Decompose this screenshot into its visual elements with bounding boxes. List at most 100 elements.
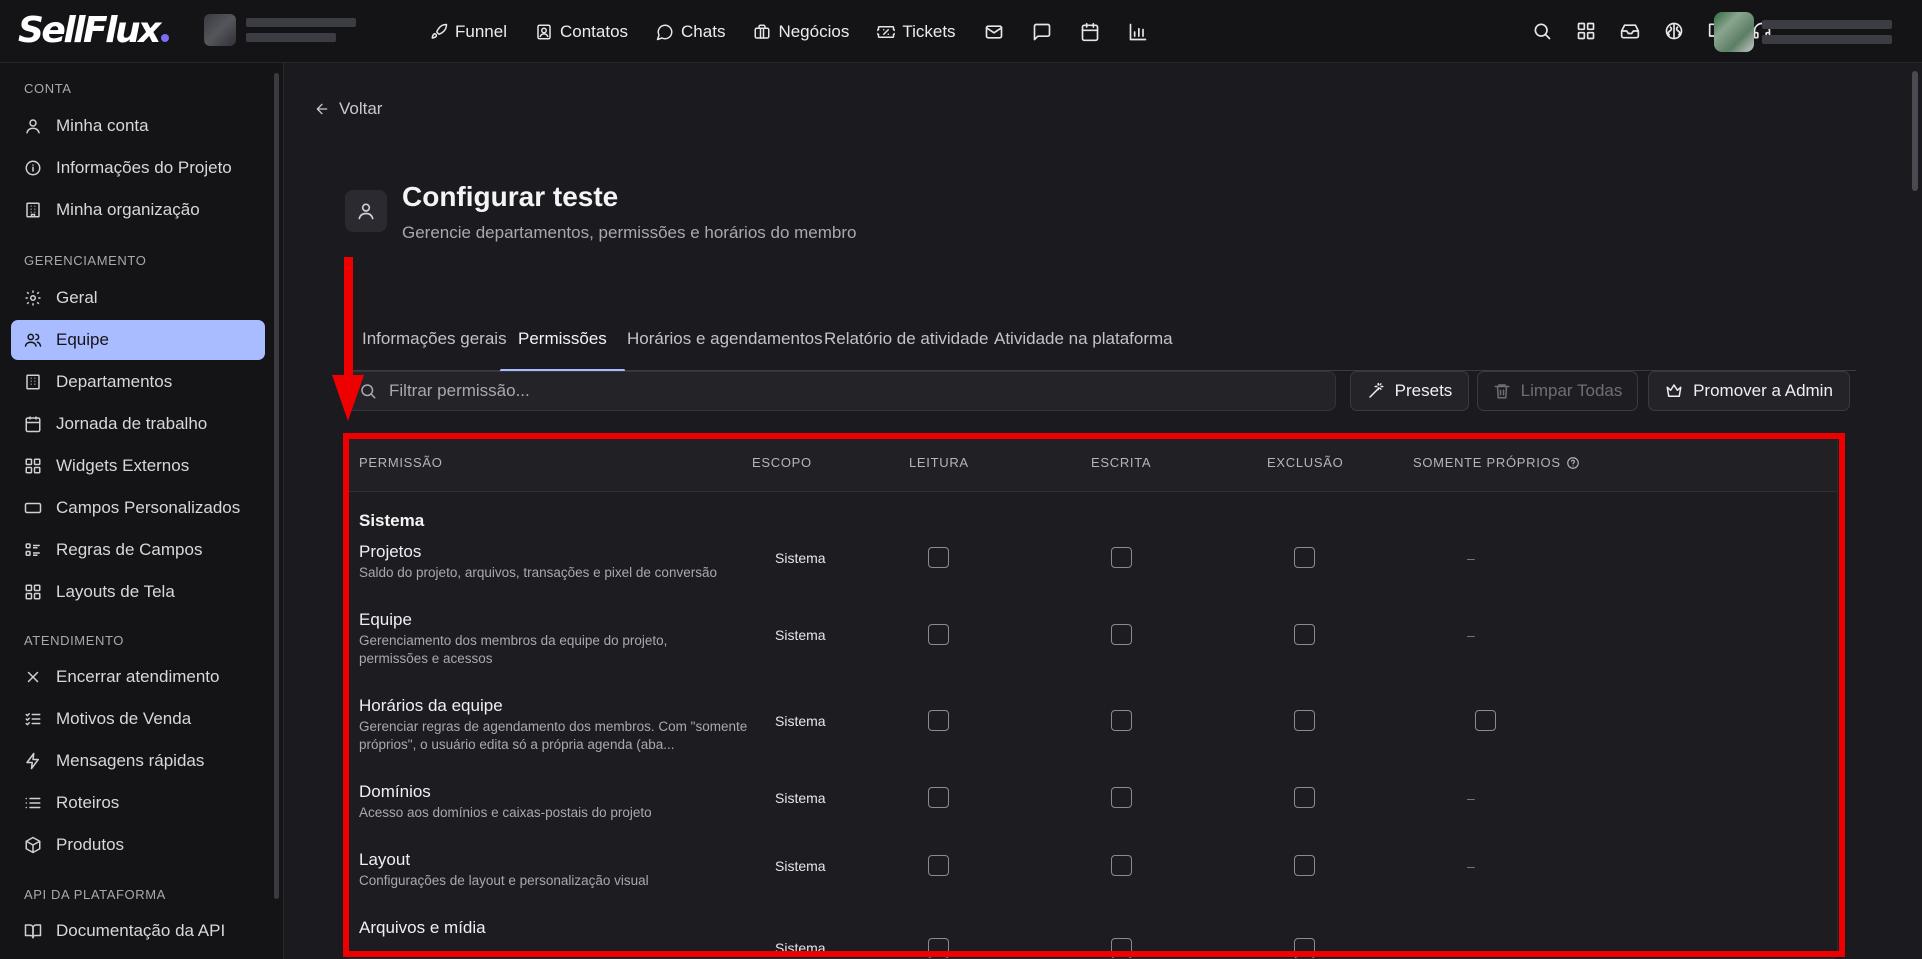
nav-funnel[interactable]: Funnel xyxy=(430,22,507,42)
sidebar-item-label: Equipe xyxy=(56,330,109,349)
mail-icon[interactable] xyxy=(984,22,1004,42)
list-icon xyxy=(25,797,41,809)
presets-button[interactable]: Presets xyxy=(1350,371,1469,411)
sidebar-item-label: Roteiros xyxy=(56,793,120,812)
sidebar-section-api: API DA PLATAFORMA xyxy=(24,887,166,902)
tab-horarios-agendamentos[interactable]: Horários e agendamentos xyxy=(627,326,823,371)
promote-admin-label: Promover a Admin xyxy=(1693,381,1833,400)
sidebar-item-produtos[interactable]: Produtos xyxy=(11,825,265,865)
sidebar-item-minha-organizacao[interactable]: Minha organização xyxy=(11,190,265,230)
sidebar-item-label: Documentação da API xyxy=(56,921,226,940)
widgets-icon xyxy=(25,458,41,474)
presets-label: Presets xyxy=(1394,381,1453,400)
page-title: Configurar teste xyxy=(402,181,619,212)
brain-icon[interactable] xyxy=(1664,21,1684,41)
chat-bubble-icon xyxy=(656,24,673,40)
trash-icon xyxy=(1494,384,1510,399)
building-icon xyxy=(26,202,40,218)
checklist-icon xyxy=(25,713,41,726)
sidebar-item-mensagens-rapidas[interactable]: Mensagens rápidas xyxy=(11,741,265,781)
sellflux-logo[interactable]: SellFlux xyxy=(18,10,169,51)
nav-contatos-label: Contatos xyxy=(559,21,629,41)
sidebar-item-campos-personalizados[interactable]: Campos Personalizados xyxy=(11,488,265,528)
gear-icon xyxy=(25,290,41,306)
sidebar-item-label: Informações do Projeto xyxy=(56,158,232,177)
sidebar-item-label: Departamentos xyxy=(56,372,173,391)
contact-card-icon xyxy=(537,24,551,39)
sidebar-item-label: Jornada de trabalho xyxy=(56,414,208,433)
layout-icon xyxy=(25,584,41,600)
main-scrollbar[interactable] xyxy=(1912,71,1918,191)
sidebar-item-equipe[interactable]: Equipe xyxy=(11,320,265,360)
sidebar-item-jornada-trabalho[interactable]: Jornada de trabalho xyxy=(11,404,265,444)
settings-sidebar: CONTA Minha conta Informações do Projeto… xyxy=(0,63,284,959)
project-name-blurred xyxy=(246,18,356,42)
nav-tickets[interactable]: Tickets xyxy=(877,21,956,42)
promote-admin-button[interactable]: Promover a Admin xyxy=(1648,371,1850,411)
sidebar-item-label: Widgets Externos xyxy=(56,456,190,475)
sidebar-item-layouts-tela[interactable]: Layouts de Tela xyxy=(11,572,265,612)
sidebar-section-conta: CONTA xyxy=(24,81,72,96)
sidebar-item-roteiros[interactable]: Roteiros xyxy=(11,783,265,823)
text-field-icon xyxy=(24,502,42,514)
nav-negocios-label: Negócios xyxy=(778,21,850,41)
sidebar-item-informacoes-projeto[interactable]: Informações do Projeto xyxy=(11,148,265,188)
project-selector[interactable] xyxy=(204,14,356,46)
message-square-icon[interactable] xyxy=(1032,22,1052,42)
rules-list-icon xyxy=(25,543,40,556)
sidebar-item-label: Campos Personalizados xyxy=(56,498,241,517)
nav-chats[interactable]: Chats xyxy=(656,22,725,42)
ticket-icon xyxy=(877,25,896,38)
lightning-icon xyxy=(26,752,39,770)
nav-contatos[interactable]: Contatos xyxy=(535,22,628,42)
sidebar-section-atendimento: ATENDIMENTO xyxy=(24,633,125,648)
magic-wand-icon xyxy=(1368,382,1384,398)
avatar xyxy=(1714,12,1754,52)
back-button[interactable]: Voltar xyxy=(314,99,382,119)
clear-all-button[interactable]: Limpar Todas xyxy=(1477,371,1638,411)
tab-informacoes-gerais[interactable]: Informações gerais xyxy=(362,326,507,371)
user-icon xyxy=(26,119,40,134)
sidebar-item-departamentos[interactable]: Departamentos xyxy=(11,362,265,402)
crown-icon xyxy=(1666,384,1682,397)
sidebar-item-label: Produtos xyxy=(56,835,125,854)
nav-negocios[interactable]: Negócios xyxy=(753,22,849,42)
sidebar-item-label: Layouts de Tela xyxy=(56,582,175,601)
inbox-icon[interactable] xyxy=(1620,21,1640,41)
search-icon[interactable] xyxy=(1532,21,1552,41)
nav-chats-label: Chats xyxy=(681,21,726,41)
sidebar-item-regras-campos[interactable]: Regras de Campos xyxy=(11,530,265,570)
tab-relatorio-atividade[interactable]: Relatório de atividade xyxy=(824,326,988,371)
sidebar-scrollbar[interactable] xyxy=(274,73,279,899)
sidebar-section-gerenciamento: GERENCIAMENTO xyxy=(24,253,147,268)
user-menu[interactable] xyxy=(1714,12,1892,52)
sidebar-item-motivos-venda[interactable]: Motivos de Venda xyxy=(11,699,265,739)
member-avatar xyxy=(345,190,387,232)
sidebar-item-label: Minha organização xyxy=(56,200,200,219)
sidebar-item-widgets-externos[interactable]: Widgets Externos xyxy=(11,446,265,486)
sidebar-item-geral[interactable]: Geral xyxy=(11,278,265,318)
package-icon xyxy=(25,836,41,854)
briefcase-icon xyxy=(754,24,770,39)
tab-permissoes[interactable]: Permissões xyxy=(500,326,625,372)
nav-tickets-label: Tickets xyxy=(902,21,956,41)
sidebar-item-documentacao-api[interactable]: Documentação da API xyxy=(11,911,265,951)
arrow-down-icon xyxy=(332,257,364,421)
bar-chart-icon[interactable] xyxy=(1128,22,1148,42)
logo-dot xyxy=(160,34,169,42)
apps-icon[interactable] xyxy=(1576,21,1596,41)
users-icon xyxy=(24,333,42,347)
sidebar-item-label: Mensagens rápidas xyxy=(56,751,205,770)
sidebar-item-minha-conta[interactable]: Minha conta xyxy=(11,106,265,146)
sidebar-item-label: Encerrar atendimento xyxy=(56,667,220,686)
tab-atividade-plataforma[interactable]: Atividade na plataforma xyxy=(994,326,1173,371)
calendar-icon[interactable] xyxy=(1080,22,1100,42)
project-avatar xyxy=(204,14,236,46)
tab-bar: Informações gerais Permissões Horários e… xyxy=(344,326,1856,372)
filter-permission-input[interactable] xyxy=(389,381,1289,401)
sidebar-item-encerrar-atendimento[interactable]: Encerrar atendimento xyxy=(11,657,265,697)
clear-all-label: Limpar Todas xyxy=(1520,381,1623,400)
rocket-icon xyxy=(431,23,448,39)
highlight-box xyxy=(343,433,1845,957)
back-label: Voltar xyxy=(339,99,383,118)
